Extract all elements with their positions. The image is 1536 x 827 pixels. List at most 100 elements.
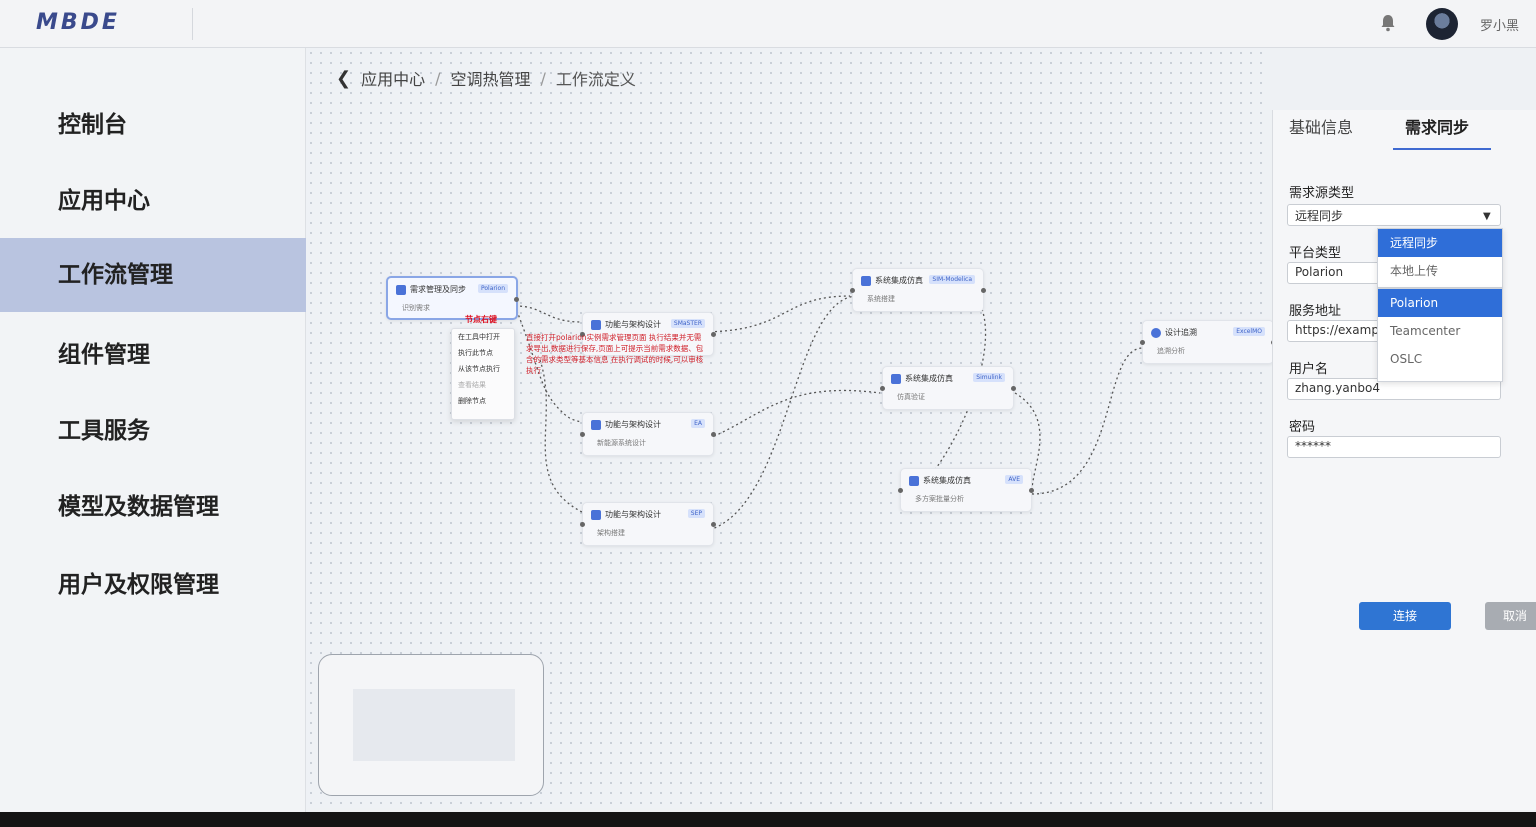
node-context-menu: 在工具中打开 执行此节点 从该节点执行 查看结果 删除节点 <box>451 328 515 420</box>
platform-type-label: 平台类型 <box>1289 246 1342 261</box>
top-bar: MBDE 罗小黑 <box>0 0 1536 48</box>
workflow-node-sim-2[interactable]: 系统集成仿真 Simulink 仿真验证 <box>880 366 1016 410</box>
node-output-port[interactable] <box>514 297 519 302</box>
menu-delete-node[interactable]: 删除节点 <box>452 393 514 409</box>
menu-view-result[interactable]: 查看结果 <box>452 377 514 393</box>
node-subtitle: 识别需求 <box>402 304 430 312</box>
node-output-port[interactable] <box>711 522 716 527</box>
node-subtitle: 新能源系统设计 <box>597 439 646 447</box>
node-title: 系统集成仿真 <box>905 374 953 383</box>
breadcrumb-thermal[interactable]: 空调热管理 <box>451 66 531 90</box>
sidebar-item-model-data[interactable]: 模型及数据管理 <box>0 470 306 544</box>
connect-button[interactable]: 连接 <box>1359 602 1451 630</box>
breadcrumb-separator: / <box>435 68 441 88</box>
password-label: 密码 <box>1289 420 1316 435</box>
password-field[interactable]: ****** <box>1287 436 1501 458</box>
workflow-node-sim-1[interactable]: 系统集成仿真 SIM-Modelica 系统搭建 <box>850 268 986 312</box>
sidebar-item-tool-services[interactable]: 工具服务 <box>0 394 306 468</box>
menu-open-in-tool[interactable]: 在工具中打开 <box>452 329 514 345</box>
node-output-port[interactable] <box>981 288 986 293</box>
node-output-port[interactable] <box>711 332 716 337</box>
node-input-port[interactable] <box>898 488 903 493</box>
platform-type-dropdown: Polarion Teamcenter OSLC <box>1377 288 1503 382</box>
node-tool-badge: SMaSTER <box>670 319 705 328</box>
node-subtitle: 架构搭建 <box>597 529 625 537</box>
username-field-label: 用户名 <box>1289 362 1329 377</box>
node-title: 需求管理及同步 <box>410 285 466 294</box>
source-type-dropdown: 远程同步 本地上传 <box>1377 228 1503 288</box>
node-subtitle: 仿真验证 <box>897 393 925 401</box>
header-divider <box>192 8 193 40</box>
workflow-node-sim-3[interactable]: 系统集成仿真 AVE 多方案批量分析 <box>898 468 1034 512</box>
menu-run-from-node[interactable]: 从该节点执行 <box>452 361 514 377</box>
bell-icon[interactable] <box>1380 14 1396 32</box>
node-tool-badge: SEP <box>687 509 705 518</box>
node-subtitle: 多方案批量分析 <box>915 495 964 503</box>
sidebar-item-workflow[interactable]: 工作流管理 <box>0 238 306 312</box>
workflow-node-trace[interactable]: 设计追溯 ExcelMO 追溯分析 <box>1140 320 1276 364</box>
sidebar-item-components[interactable]: 组件管理 <box>0 318 306 392</box>
node-output-port[interactable] <box>1011 386 1016 391</box>
option-remote-sync[interactable]: 远程同步 <box>1378 229 1502 257</box>
workflow-node-requirements[interactable]: 需求管理及同步 Polarion 识别需求 <box>386 276 519 320</box>
service-address-label: 服务地址 <box>1289 304 1342 319</box>
context-menu-title: 节点右键 <box>465 315 497 324</box>
breadcrumb-separator: / <box>540 68 546 88</box>
node-tool-badge: EA <box>691 419 705 428</box>
node-input-port[interactable] <box>1140 340 1145 345</box>
node-input-port[interactable] <box>880 386 885 391</box>
node-title: 设计追溯 <box>1165 328 1197 337</box>
node-tool-badge: SIM-Modelica <box>929 275 975 284</box>
option-oslc[interactable]: OSLC <box>1378 345 1502 373</box>
node-tool-badge: ExcelMO <box>1233 327 1265 336</box>
requirements-icon <box>396 284 406 295</box>
tab-requirement-sync[interactable]: 需求同步 <box>1405 114 1469 138</box>
chevron-down-icon[interactable]: ▼ <box>1483 211 1491 222</box>
node-output-port[interactable] <box>1029 488 1034 493</box>
source-type-label: 需求源类型 <box>1289 186 1355 201</box>
option-polarion[interactable]: Polarion <box>1378 289 1502 317</box>
canvas-minimap[interactable] <box>318 654 544 796</box>
user-avatar[interactable] <box>1426 8 1458 40</box>
sidebar-item-users-permissions[interactable]: 用户及权限管理 <box>0 548 306 622</box>
node-tool-badge: Simulink <box>973 373 1005 382</box>
node-title: 功能与架构设计 <box>605 420 661 429</box>
node-title: 功能与架构设计 <box>605 510 661 519</box>
tab-basic-info[interactable]: 基础信息 <box>1289 114 1353 138</box>
breadcrumb-app-center[interactable]: 应用中心 <box>361 66 425 90</box>
minimap-viewport[interactable] <box>353 689 515 761</box>
architecture-icon <box>591 319 601 330</box>
breadcrumb: ❮ 应用中心 / 空调热管理 / 工作流定义 <box>336 66 636 90</box>
active-tab-indicator <box>1393 148 1491 150</box>
properties-panel: 基础信息 需求同步 需求源类型 远程同步 ▼ 平台类型 Polarion 服务地… <box>1272 110 1536 810</box>
option-teamcenter[interactable]: Teamcenter <box>1378 317 1502 345</box>
app-logo[interactable]: MBDE <box>36 10 120 35</box>
workflow-node-arch-3[interactable]: 功能与架构设计 SEP 架构搭建 <box>580 502 716 546</box>
source-type-select[interactable]: 远程同步 <box>1287 204 1501 226</box>
screen-bezel <box>0 812 1536 827</box>
username-label[interactable]: 罗小黑 <box>1480 15 1519 34</box>
sidebar-item-app-center[interactable]: 应用中心 <box>0 164 306 238</box>
workflow-node-arch-2[interactable]: 功能与架构设计 EA 新能源系统设计 <box>580 412 716 456</box>
node-title: 功能与架构设计 <box>605 320 661 329</box>
back-chevron-icon[interactable]: ❮ <box>336 68 351 89</box>
simulation-icon <box>861 275 871 286</box>
cancel-button[interactable]: 取消 <box>1485 602 1536 630</box>
simulation-icon <box>909 475 919 486</box>
node-subtitle: 系统搭建 <box>867 295 895 303</box>
menu-run-node[interactable]: 执行此节点 <box>452 345 514 361</box>
sidebar: 控制台 应用中心 工作流管理 组件管理 工具服务 模型及数据管理 用户及权限管理 <box>0 48 306 827</box>
architecture-icon <box>591 419 601 430</box>
node-input-port[interactable] <box>580 522 585 527</box>
node-input-port[interactable] <box>850 288 855 293</box>
node-title: 系统集成仿真 <box>875 276 923 285</box>
simulation-icon <box>891 373 901 384</box>
node-title: 系统集成仿真 <box>923 476 971 485</box>
node-input-port[interactable] <box>580 432 585 437</box>
option-local-upload[interactable]: 本地上传 <box>1378 257 1502 285</box>
red-annotation-note: 直接打开polarion实例需求管理页面 执行结果并无需求导出,数据进行保存,页… <box>526 333 704 375</box>
node-output-port[interactable] <box>711 432 716 437</box>
architecture-icon <box>591 509 601 520</box>
node-tool-badge: Polarion <box>477 284 508 293</box>
sidebar-item-console[interactable]: 控制台 <box>0 88 306 162</box>
